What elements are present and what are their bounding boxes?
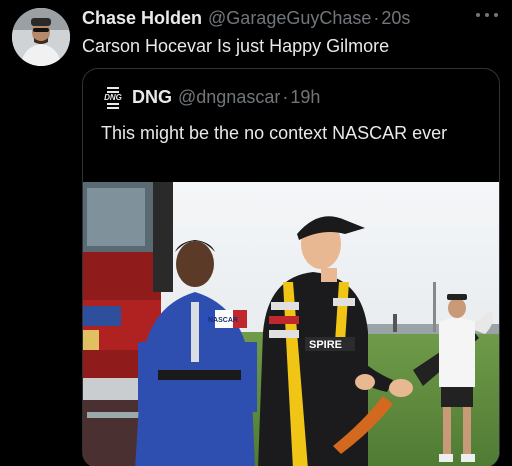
tweet[interactable]: Chase Holden @GarageGuyChase · 20s Carso… [0,0,512,466]
suit-sponsor-text: SPIRE [309,339,342,351]
quoted-author-name[interactable]: DNG [132,87,172,108]
quoted-tweet-text: This might be the no context NASCAR ever [101,123,448,143]
logo-bars-bottom [107,103,119,109]
quoted-author-handle[interactable]: @dngnascar [178,87,280,108]
author-name[interactable]: Chase Holden [82,8,202,29]
separator: · [373,8,380,28]
dng-logo-icon: DNG [101,87,125,109]
tweet-timestamp[interactable]: 20s [381,8,410,29]
logo-mark: DNG [104,93,122,102]
more-dot [476,13,480,17]
more-dot [485,13,489,17]
user-avatar-icon[interactable] [12,8,70,66]
more-dot [494,13,498,17]
tweet-header: Chase Holden @GarageGuyChase · 20s [82,8,410,30]
tweet-text: Carson Hocevar Is just Happy Gilmore [82,36,390,56]
quoted-tweet-timestamp[interactable]: 19h [290,87,320,108]
jacket-logo-text: NASCAR [208,317,238,324]
author-handle[interactable]: @GarageGuyChase [208,8,371,29]
quoted-tweet-video[interactable]: NASCAR SPIRE [83,182,499,466]
more-options-icon[interactable] [476,6,498,24]
quoted-tweet-header: DNG @dngnascar · 19h [132,87,320,108]
quoted-tweet[interactable]: DNG DNG @dngnascar · 19h This might be t… [82,68,500,466]
separator: · [282,87,289,107]
